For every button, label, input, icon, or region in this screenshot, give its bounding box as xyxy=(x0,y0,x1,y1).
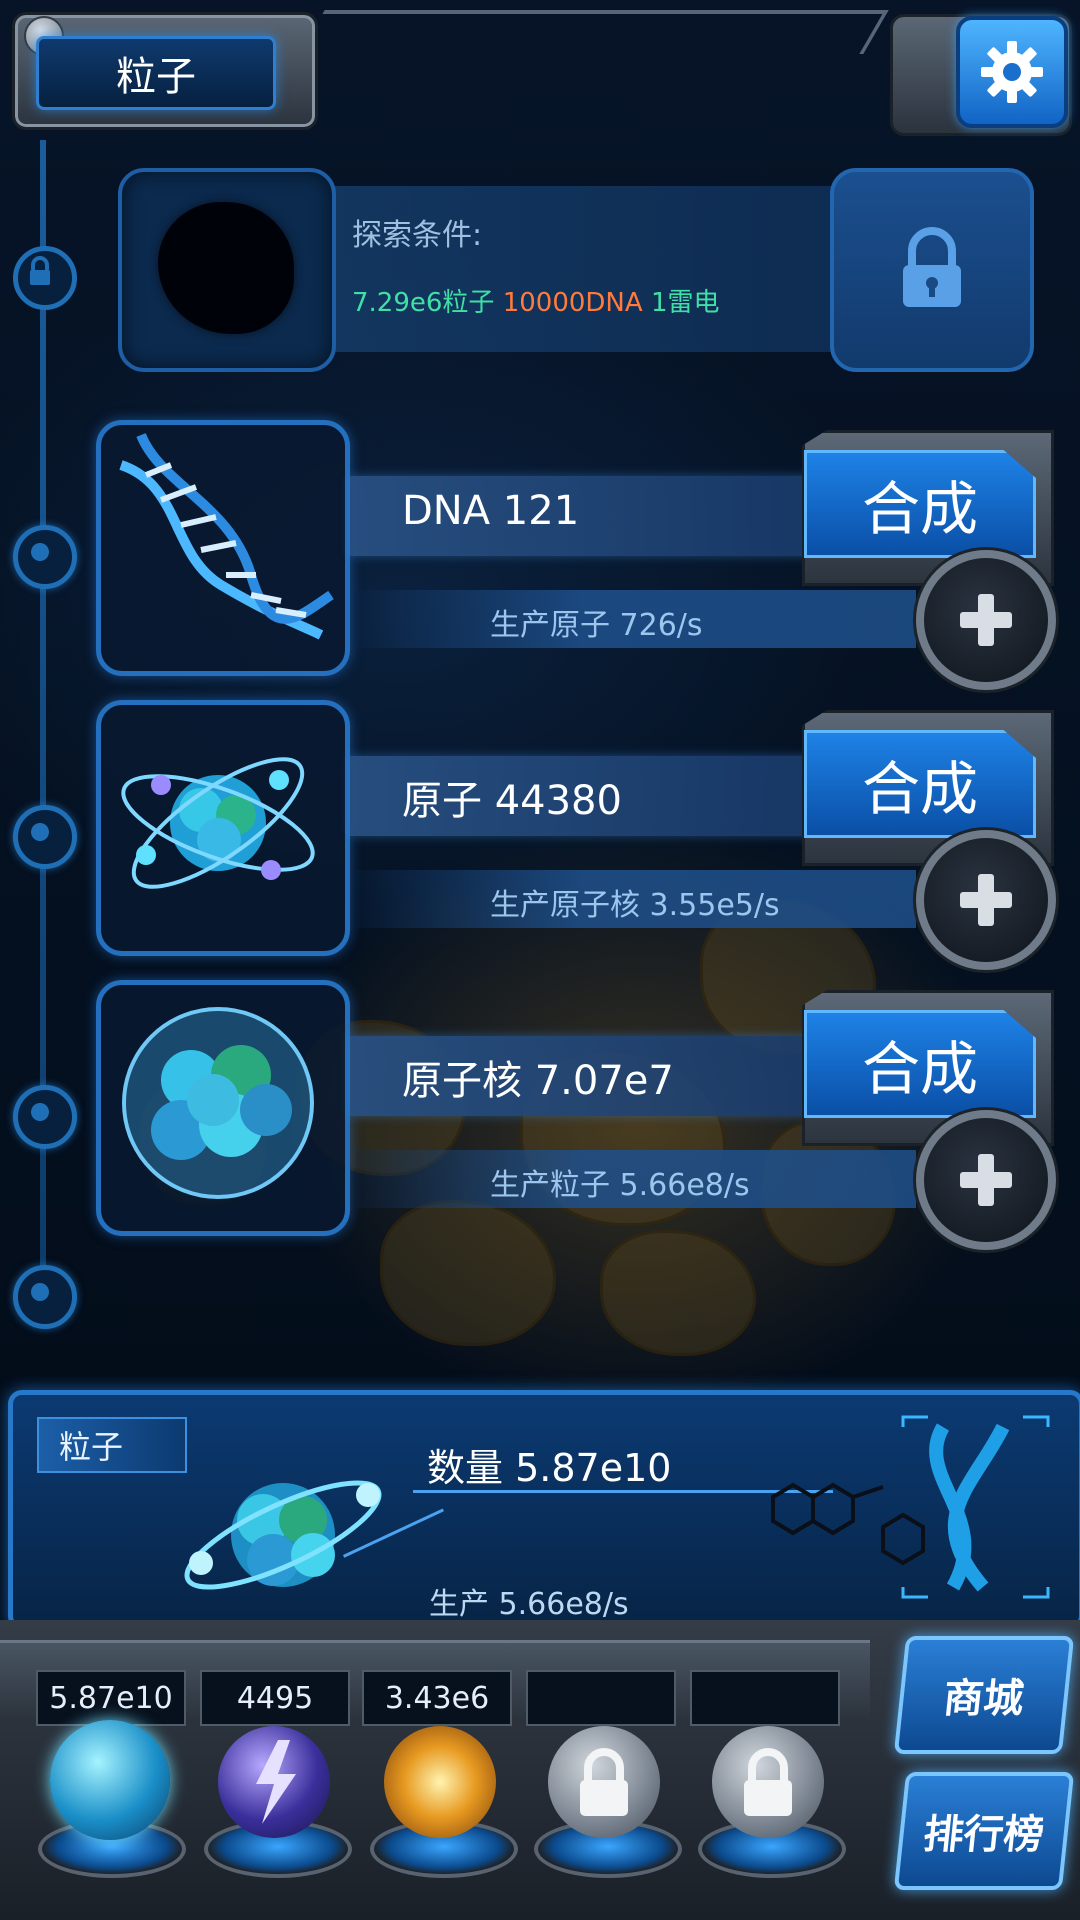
resource-slot-locked xyxy=(526,1670,676,1726)
rock-fragment xyxy=(600,1230,756,1356)
item-name: 原子核 7.07e7 xyxy=(402,1058,674,1104)
particle-orb-button[interactable] xyxy=(50,1720,170,1840)
top-bar-trim xyxy=(299,10,889,54)
upgrade-plus-button[interactable] xyxy=(916,1110,1056,1250)
timeline-lock-node xyxy=(13,246,77,310)
locked-orb-button[interactable] xyxy=(548,1726,660,1838)
settings-button[interactable] xyxy=(956,16,1068,128)
resource-info-panel: 粒子 数量 5.87e10 生产 5.66e8/s xyxy=(8,1390,1080,1630)
condition-particles: 7.29e6粒子 xyxy=(352,288,495,318)
item-icon-frame xyxy=(96,700,350,956)
resource-production: 生产 5.66e8/s xyxy=(429,1587,629,1622)
explore-conditions: 7.29e6粒子 10000DNA 1雷电 xyxy=(352,282,719,319)
item-icon-frame xyxy=(96,980,350,1236)
timeline-node xyxy=(13,525,77,589)
explore-label: 探索条件: xyxy=(352,218,483,253)
condition-dna: 10000DNA xyxy=(502,288,643,318)
timeline-node xyxy=(13,805,77,869)
explore-lock-button[interactable] xyxy=(830,168,1034,372)
explore-card: 探索条件: 7.29e6粒子 10000DNA 1雷电 xyxy=(118,168,1038,372)
gear-icon xyxy=(981,41,1043,103)
item-row-atom: 原子 44380 生产原子核 3.55e5/s 合成 xyxy=(96,700,1060,970)
molecule-dna-decoration-icon xyxy=(771,1415,1050,1599)
lock-icon xyxy=(903,227,961,307)
thunder-orb-button[interactable] xyxy=(218,1726,330,1838)
resource-slot-thunder: 4495 xyxy=(200,1670,350,1726)
shop-button[interactable]: 商城 xyxy=(893,1636,1075,1754)
resource-dock: 5.87e10 4495 3.43e6 商城 排行榜 xyxy=(0,1620,1080,1920)
resource-slot-fire: 3.43e6 xyxy=(362,1670,512,1726)
atom-icon xyxy=(121,757,315,889)
synthesize-button[interactable]: 合成 xyxy=(804,1010,1036,1118)
item-row-nucleus: 原子核 7.07e7 生产粒子 5.66e8/s 合成 xyxy=(96,980,1060,1250)
synthesize-button[interactable]: 合成 xyxy=(804,730,1036,838)
unknown-item-frame xyxy=(118,168,336,372)
item-row-dna: DNA 121 生产原子 726/s 合成 xyxy=(96,420,1060,690)
synthesize-button[interactable]: 合成 xyxy=(804,450,1036,558)
plus-icon xyxy=(960,874,1012,926)
production-rate: 生产原子 726/s xyxy=(490,608,703,643)
leaderboard-button[interactable]: 排行榜 xyxy=(893,1772,1075,1890)
resource-slot-locked xyxy=(690,1670,840,1726)
page-title: 粒子 xyxy=(36,36,276,110)
production-rate: 生产粒子 5.66e8/s xyxy=(490,1168,750,1203)
plus-icon xyxy=(960,594,1012,646)
upgrade-plus-button[interactable] xyxy=(916,830,1056,970)
resource-quantity: 数量 5.87e10 xyxy=(427,1446,672,1490)
lock-icon xyxy=(580,1748,628,1816)
upgrade-plus-button[interactable] xyxy=(916,550,1056,690)
lock-icon xyxy=(744,1748,792,1816)
timeline-node xyxy=(13,1085,77,1149)
plus-icon xyxy=(960,1154,1012,1206)
timeline-node xyxy=(13,1265,77,1329)
production-rate: 生产原子核 3.55e5/s xyxy=(490,888,780,923)
black-hole-icon xyxy=(158,202,294,334)
condition-thunder: 1雷电 xyxy=(650,288,720,318)
item-icon-frame xyxy=(96,420,350,676)
lock-icon xyxy=(30,256,50,285)
lightning-icon xyxy=(256,1740,296,1824)
fire-orb-button[interactable] xyxy=(384,1726,496,1838)
item-name: 原子 44380 xyxy=(402,778,622,824)
particle-icon xyxy=(184,1480,382,1590)
top-bar: 粒子 xyxy=(0,0,1080,136)
resource-slot-particles: 5.87e10 xyxy=(36,1670,186,1726)
nucleus-icon xyxy=(122,1007,314,1199)
item-name: DNA 121 xyxy=(402,488,580,534)
locked-orb-button[interactable] xyxy=(712,1726,824,1838)
dna-helix-icon xyxy=(119,432,334,640)
